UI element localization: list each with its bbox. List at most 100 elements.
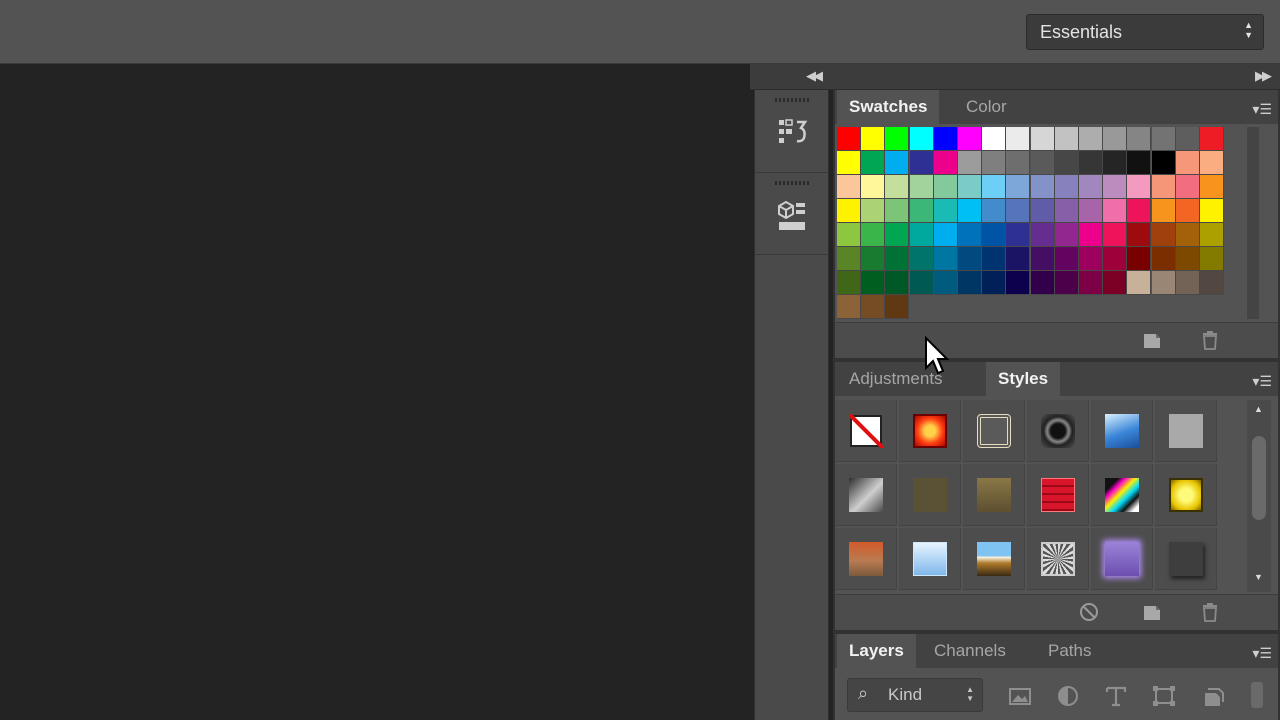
adjustment-filter-icon[interactable] [1055,684,1081,708]
style-preset[interactable] [1027,464,1089,526]
swatch-color[interactable] [1103,247,1128,271]
swatch-color[interactable] [933,199,958,223]
swatch-color[interactable] [933,247,958,271]
swatch-color[interactable] [885,295,910,319]
swatch-color[interactable] [1079,247,1103,271]
swatch-color[interactable] [958,247,982,271]
style-preset[interactable] [899,528,961,590]
clear-style-icon[interactable] [1078,601,1100,623]
type-filter-icon[interactable] [1103,684,1129,708]
panel-grip[interactable] [775,98,811,102]
swatch-color[interactable] [1151,175,1176,199]
swatch-color[interactable] [1079,223,1103,247]
swatch-color[interactable] [837,271,861,295]
swatch-color[interactable] [885,199,910,223]
swatch-color[interactable] [1200,175,1224,199]
tab-channels[interactable]: Channels [922,634,1018,668]
trash-icon[interactable] [1199,329,1221,351]
style-preset[interactable] [835,464,897,526]
swatch-color[interactable] [861,151,886,175]
swatch-color[interactable] [982,247,1007,271]
swatch-color[interactable] [958,271,982,295]
style-preset[interactable] [963,528,1025,590]
swatch-color[interactable] [1054,247,1079,271]
swatch-color[interactable] [861,127,886,151]
swatch-color[interactable] [1054,127,1079,151]
new-style-icon[interactable] [1141,601,1163,623]
swatch-color[interactable] [1054,223,1079,247]
swatch-color[interactable] [837,223,861,247]
style-preset[interactable] [963,464,1025,526]
tab-styles[interactable]: Styles [986,362,1061,396]
swatch-color[interactable] [1200,199,1224,223]
swatch-color[interactable] [982,271,1007,295]
style-preset[interactable] [835,528,897,590]
swatch-color[interactable] [1103,127,1128,151]
swatch-color[interactable] [1200,127,1224,151]
swatch-color[interactable] [837,175,861,199]
swatch-color[interactable] [1054,271,1079,295]
swatch-color[interactable] [909,175,934,199]
swatch-color[interactable] [1079,127,1103,151]
swatch-color[interactable] [837,151,861,175]
filter-toggle-switch[interactable] [1251,682,1263,708]
swatch-color[interactable] [1127,175,1152,199]
swatch-color[interactable] [1151,247,1176,271]
swatch-color[interactable] [982,127,1007,151]
swatch-color[interactable] [861,295,886,319]
swatch-color[interactable] [837,127,861,151]
tab-color[interactable]: Color [954,90,1019,124]
style-preset[interactable] [1155,400,1217,462]
swatch-color[interactable] [1006,247,1031,271]
swatch-color[interactable] [1006,151,1031,175]
style-preset[interactable] [899,400,961,462]
workspace-switcher[interactable]: Essentials ▲ ▼ [1026,14,1264,50]
swatch-color[interactable] [909,271,934,295]
swatch-color[interactable] [1079,271,1103,295]
swatch-color[interactable] [1127,151,1152,175]
swatch-color[interactable] [885,175,910,199]
swatch-color[interactable] [861,175,886,199]
trash-icon[interactable] [1199,601,1221,623]
swatch-color[interactable] [909,199,934,223]
swatch-color[interactable] [1151,127,1176,151]
swatch-color[interactable] [982,151,1007,175]
swatch-color[interactable] [1151,223,1176,247]
swatch-color[interactable] [1200,223,1224,247]
swatch-color[interactable] [933,151,958,175]
swatch-color[interactable] [1030,223,1055,247]
3d-properties-icon[interactable] [775,196,811,236]
swatch-color[interactable] [1175,151,1200,175]
swatch-color[interactable] [1030,271,1055,295]
swatch-color[interactable] [958,199,982,223]
style-preset[interactable] [1027,400,1089,462]
swatch-color[interactable] [1103,151,1128,175]
swatch-color[interactable] [1030,151,1055,175]
swatch-color[interactable] [885,223,910,247]
style-preset[interactable] [1155,464,1217,526]
swatch-color[interactable] [837,199,861,223]
swatch-color[interactable] [1030,199,1055,223]
swatch-color[interactable] [1151,151,1176,175]
swatch-color[interactable] [958,223,982,247]
swatch-color[interactable] [1151,271,1176,295]
swatch-color[interactable] [885,151,910,175]
swatch-color[interactable] [982,175,1007,199]
swatch-color[interactable] [1103,175,1128,199]
swatch-color[interactable] [1175,271,1200,295]
swatch-color[interactable] [837,295,861,319]
swatch-color[interactable] [1079,151,1103,175]
swatch-color[interactable] [909,127,934,151]
swatch-color[interactable] [885,127,910,151]
swatch-color[interactable] [861,199,886,223]
shape-filter-icon[interactable] [1151,684,1177,708]
swatches-scrollbar[interactable] [1247,127,1259,319]
swatch-color[interactable] [1151,199,1176,223]
swatch-color[interactable] [982,223,1007,247]
swatch-color[interactable] [1175,199,1200,223]
layer-filter-select[interactable]: ⌕ Kind ▲ ▼ [847,678,983,712]
style-preset[interactable] [835,400,897,462]
swatch-color[interactable] [1006,199,1031,223]
swatch-color[interactable] [1030,127,1055,151]
swatch-color[interactable] [933,271,958,295]
